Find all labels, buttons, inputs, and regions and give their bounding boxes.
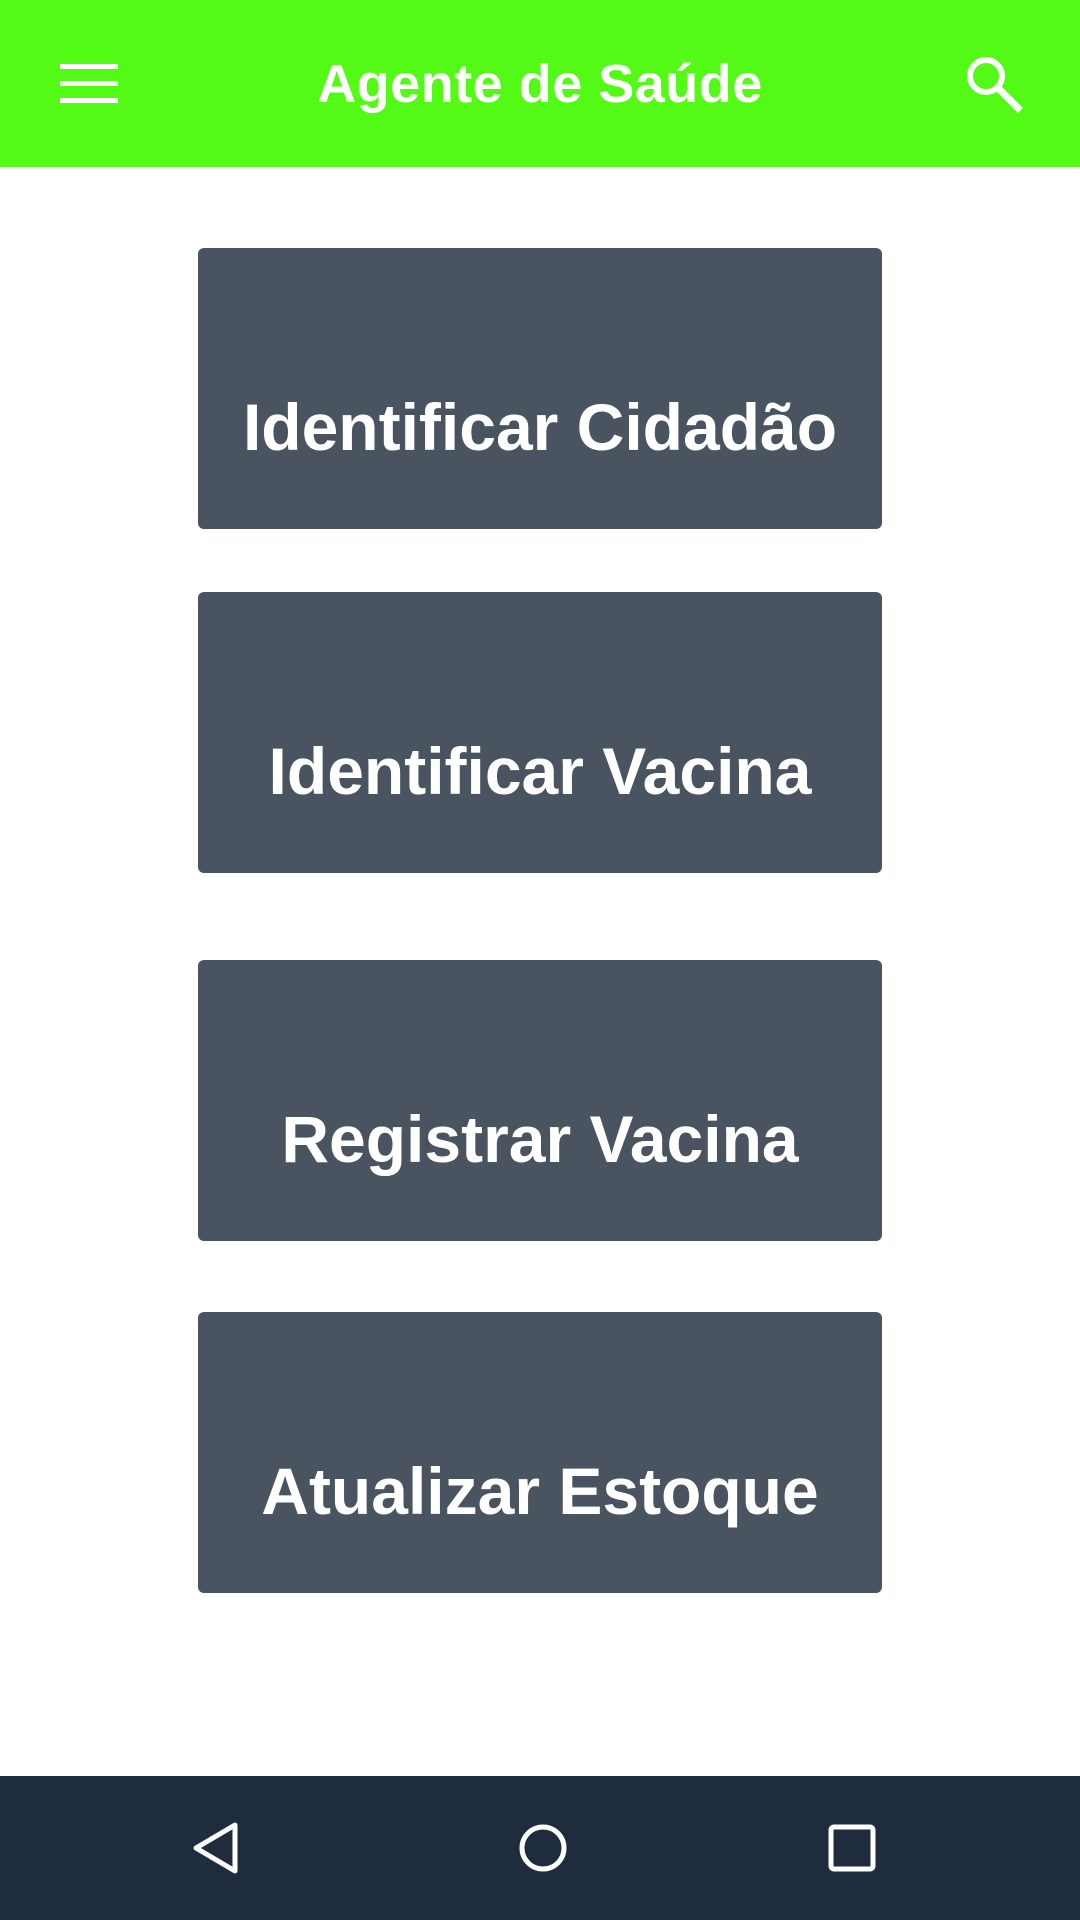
- system-navigation-bar: [0, 1776, 1080, 1920]
- recents-icon[interactable]: [792, 1776, 912, 1920]
- app-title: Agente de Saúde: [317, 53, 763, 114]
- back-icon[interactable]: [157, 1776, 277, 1920]
- main-content: Identificar Cidadão Identificar Vacina R…: [0, 167, 1080, 1776]
- registrar-vacina-button[interactable]: Registrar Vacina: [198, 960, 882, 1241]
- app-bar: Agente de Saúde: [0, 0, 1080, 167]
- home-icon[interactable]: [483, 1776, 603, 1920]
- atualizar-estoque-button[interactable]: Atualizar Estoque: [198, 1312, 882, 1593]
- identificar-cidadao-button[interactable]: Identificar Cidadão: [198, 248, 882, 529]
- identificar-vacina-button[interactable]: Identificar Vacina: [198, 592, 882, 873]
- hamburger-menu-icon[interactable]: [50, 44, 130, 124]
- search-icon[interactable]: [954, 44, 1034, 124]
- app-screen: Agente de Saúde Identificar Cidadão Iden…: [0, 0, 1080, 1920]
